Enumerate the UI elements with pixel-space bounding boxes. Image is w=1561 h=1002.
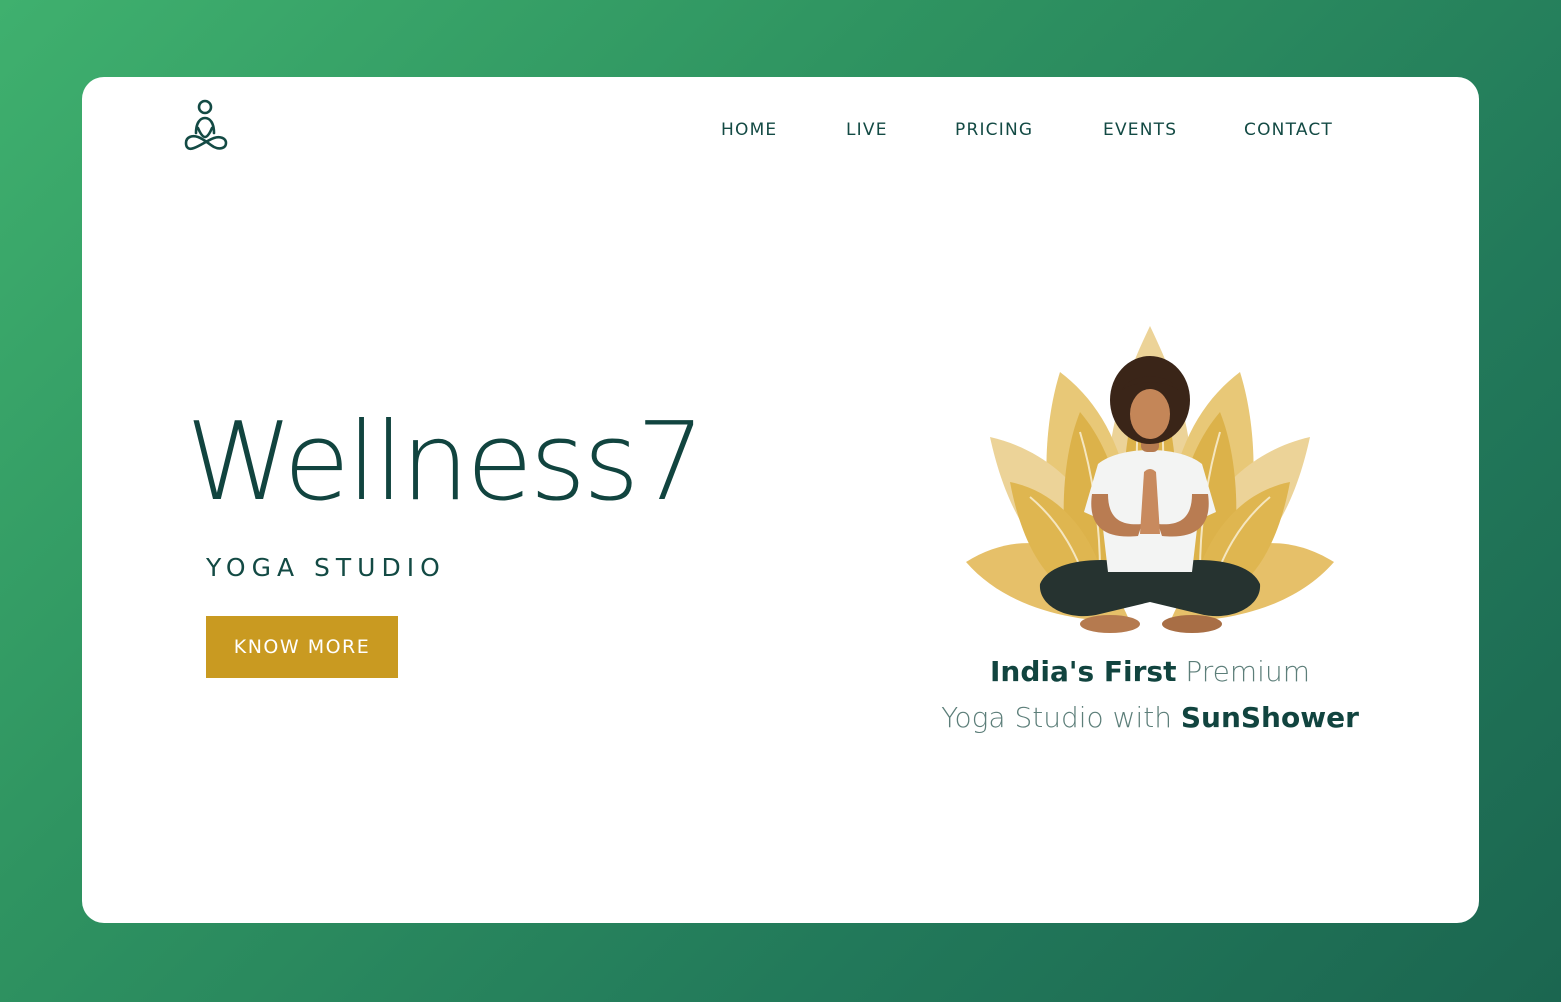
tagline-premium: Premium: [1185, 655, 1310, 688]
nav-item-home[interactable]: HOME: [721, 120, 777, 140]
nav-item-live[interactable]: LIVE: [846, 120, 888, 140]
main-nav: HOME LIVE PRICING EVENTS CONTACT: [82, 120, 1479, 144]
hero-subtitle: YOGA STUDIO: [206, 553, 446, 582]
hero-card: HOME LIVE PRICING EVENTS CONTACT Wellnes…: [82, 77, 1479, 923]
tagline-line-1: India's First Premium: [932, 649, 1368, 695]
yoga-lotus-illustration: [966, 326, 1334, 633]
tagline-line-2: Yoga Studio with SunShower: [932, 695, 1368, 741]
tagline-sunshower: SunShower: [1180, 701, 1359, 734]
nav-item-contact[interactable]: CONTACT: [1244, 120, 1333, 140]
nav-item-pricing[interactable]: PRICING: [955, 120, 1033, 140]
hero-title: Wellness7: [186, 400, 705, 525]
nav-item-events[interactable]: EVENTS: [1103, 120, 1177, 140]
tagline-india-first: India's First: [990, 655, 1177, 688]
tagline-yoga-studio-with: Yoga Studio with: [941, 701, 1172, 734]
tagline: India's First Premium Yoga Studio with S…: [932, 649, 1368, 741]
know-more-button[interactable]: KNOW MORE: [206, 616, 398, 678]
